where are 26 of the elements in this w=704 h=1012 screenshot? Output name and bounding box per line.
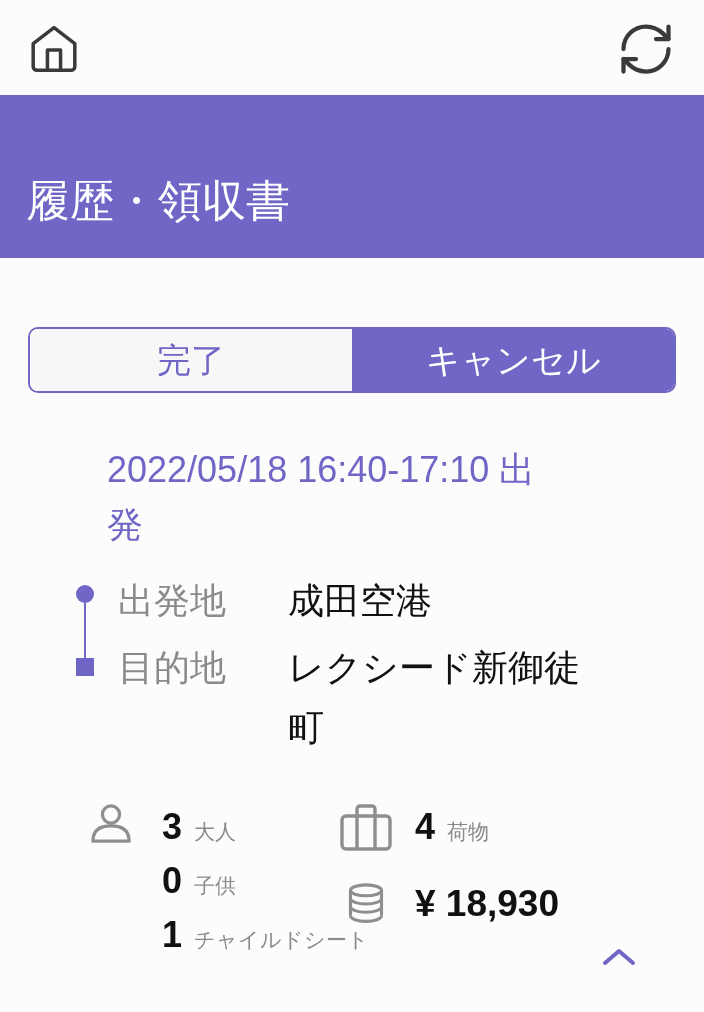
fare-amount: ¥ 18,930 bbox=[415, 882, 560, 926]
tab[interactable]: 完了 bbox=[30, 329, 352, 391]
passenger-label: 大人 bbox=[194, 819, 237, 845]
route-label: 目的地 bbox=[118, 646, 227, 690]
passenger-label: 子供 bbox=[194, 873, 237, 899]
luggage-count: 4 bbox=[415, 805, 436, 849]
route-place: 成田空港 bbox=[288, 579, 433, 623]
passenger-count: 0 bbox=[162, 859, 183, 903]
collapse-button[interactable] bbox=[602, 948, 636, 966]
refresh-icon[interactable] bbox=[620, 23, 672, 74]
trip-datetime: 2022/05/18 16:40-17:10 出発 bbox=[107, 448, 537, 547]
square-icon bbox=[76, 658, 94, 676]
route-place: レクシード新御徒町 bbox=[288, 646, 581, 750]
luggage-label: 荷物 bbox=[447, 819, 490, 845]
passenger-label: チャイルドシート bbox=[194, 927, 370, 953]
chevron-up-icon bbox=[602, 948, 636, 966]
header-title: 履歴・領収書 bbox=[26, 175, 290, 227]
suitcase-icon bbox=[340, 803, 392, 851]
home-icon[interactable] bbox=[31, 24, 77, 73]
tab[interactable]: キャンセル bbox=[352, 329, 674, 391]
route-line bbox=[84, 603, 86, 658]
person-icon bbox=[90, 804, 132, 844]
passenger-count: 1 bbox=[162, 913, 183, 957]
route-label: 出発地 bbox=[118, 579, 227, 623]
passenger-count: 3 bbox=[162, 805, 183, 849]
coins-icon bbox=[347, 883, 385, 925]
